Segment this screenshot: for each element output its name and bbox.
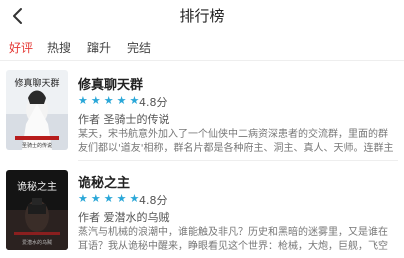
book-description: 某天，宋书航意外加入了一个仙侠中二病资深患者的交流群，里面的群友们都以'道友'相… [78,129,394,154]
book-description: 蒸汽与机械的浪潮中，谁能触及非凡？历史和黑暗的迷雾里，又是谁在耳语？我从诡秘中醒… [78,227,388,252]
ranking-tabs: 好评 热搜 蹿升 完结 [0,33,404,61]
book-title: 修真聊天群 [78,78,144,93]
book-author: 作者 爱潜水的乌贼 [78,211,170,224]
rating-score: 4.8分 [139,194,168,207]
tab-hot-search[interactable]: 热搜 [47,39,71,56]
cover-author: 圣骑士的传说 [22,142,52,149]
divider [78,160,398,161]
cover-title: 诡秘之主 [17,180,57,193]
book-cover: 诡秘之主 爱潜水的乌贼 [6,170,68,250]
list-item[interactable]: 诡秘之主 爱潜水的乌贼 诡秘之主 ★★★★★ 4.8分 作者 爱潜水的乌贼 蒸汽… [0,162,404,258]
rating-score: 4.8分 [139,96,168,109]
book-cover: 修真聊天群 圣骑士的传说 [6,70,68,150]
list-item[interactable]: 修真聊天群 圣骑士的传说 修真聊天群 ★★★★★ 4.8分 作者 圣骑士的传说 … [0,62,404,158]
tab-completed[interactable]: 完结 [127,39,151,56]
book-author: 作者 圣骑士的传说 [78,113,170,126]
tab-good-rating[interactable]: 好评 [9,39,33,56]
rating-stars: ★★★★★ [78,192,143,205]
tab-rising[interactable]: 蹿升 [87,39,111,56]
page-title: 排行榜 [179,7,225,25]
cover-title: 修真聊天群 [14,77,59,89]
cover-author: 爱潜水的乌贼 [22,239,52,246]
app-header: 排行榜 [0,0,404,32]
book-title: 诡秘之主 [78,176,131,191]
rating-stars: ★★★★★ [78,94,143,107]
